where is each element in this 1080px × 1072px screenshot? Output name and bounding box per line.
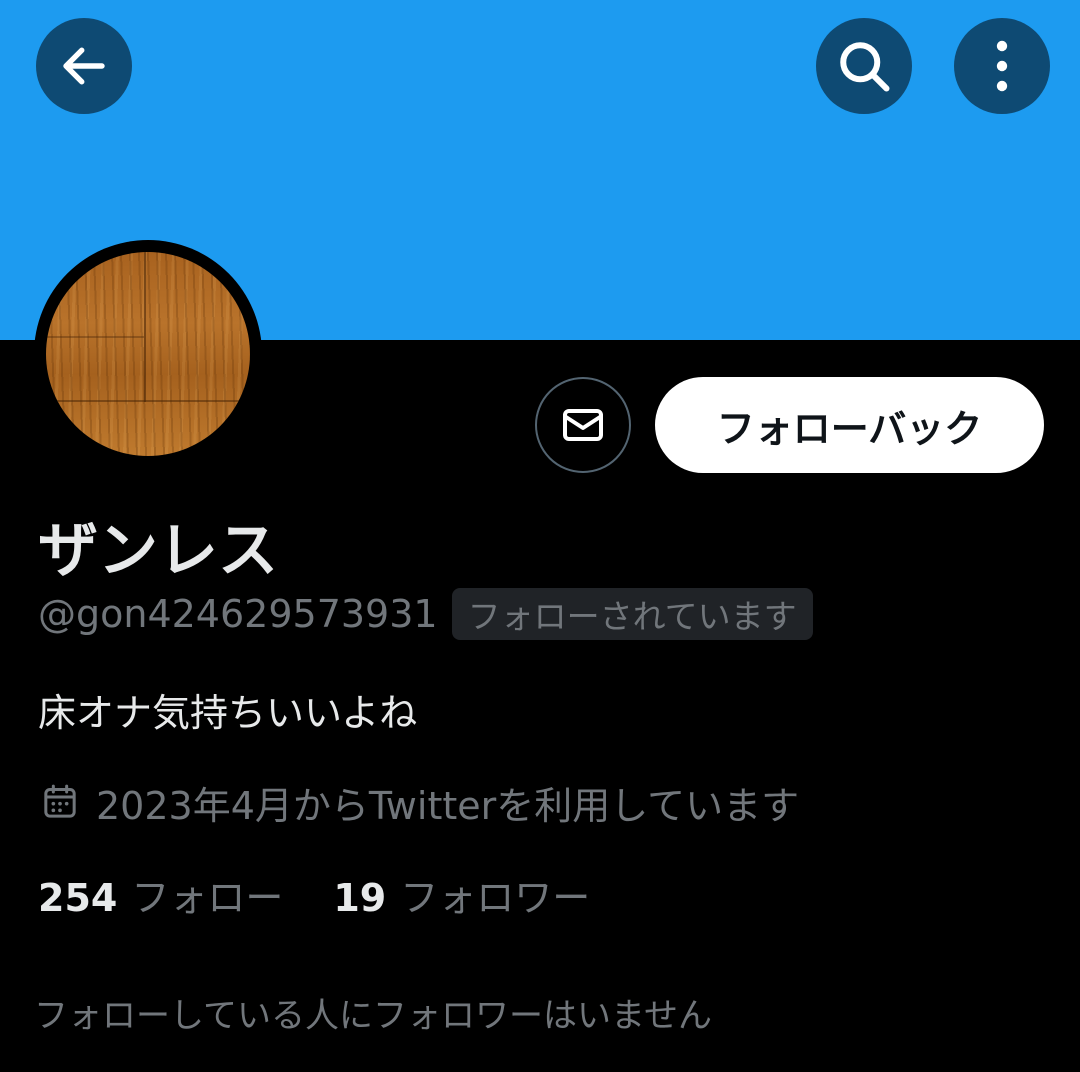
profile-page: フォローバック ザンレス @gon424629573931 フォローされています…	[0, 0, 1080, 1072]
follows-you-badge: フォローされています	[451, 588, 813, 640]
follow-back-button[interactable]: フォローバック	[655, 377, 1044, 473]
calendar-icon	[38, 780, 82, 824]
search-button[interactable]	[816, 18, 912, 114]
following-link[interactable]: 254 フォロー	[38, 867, 283, 922]
back-button[interactable]	[36, 18, 132, 114]
wood-seam	[46, 400, 250, 402]
arrow-left-icon	[63, 47, 105, 85]
display-name: ザンレス	[38, 516, 278, 586]
joined-date: 2023年4月からTwitterを利用しています	[96, 783, 800, 828]
followers-count: 19	[333, 875, 387, 920]
follow-stats: 254 フォロー 19 フォロワー	[38, 866, 590, 922]
search-icon	[840, 42, 890, 92]
avatar[interactable]	[46, 252, 250, 456]
profile-bio: 床オナ気持ちいいよね	[38, 691, 418, 735]
user-handle: @gon424629573931	[38, 592, 438, 636]
more-button[interactable]	[954, 18, 1050, 114]
following-count: 254	[38, 875, 118, 920]
mutual-followers-text: フォローしている人にフォロワーはいません	[34, 996, 712, 1036]
mail-icon	[563, 409, 603, 441]
wood-seam	[144, 252, 146, 402]
wood-seam	[46, 336, 144, 338]
more-vertical-icon	[996, 40, 1008, 92]
handle-row: @gon424629573931 フォローされています	[38, 588, 813, 640]
followers-link[interactable]: 19 フォロワー	[333, 867, 590, 922]
following-label: フォロー	[131, 875, 284, 920]
message-button[interactable]	[535, 377, 631, 473]
followers-label: フォロワー	[400, 875, 591, 920]
joined-date-row: 2023年4月からTwitterを利用しています	[38, 774, 799, 830]
